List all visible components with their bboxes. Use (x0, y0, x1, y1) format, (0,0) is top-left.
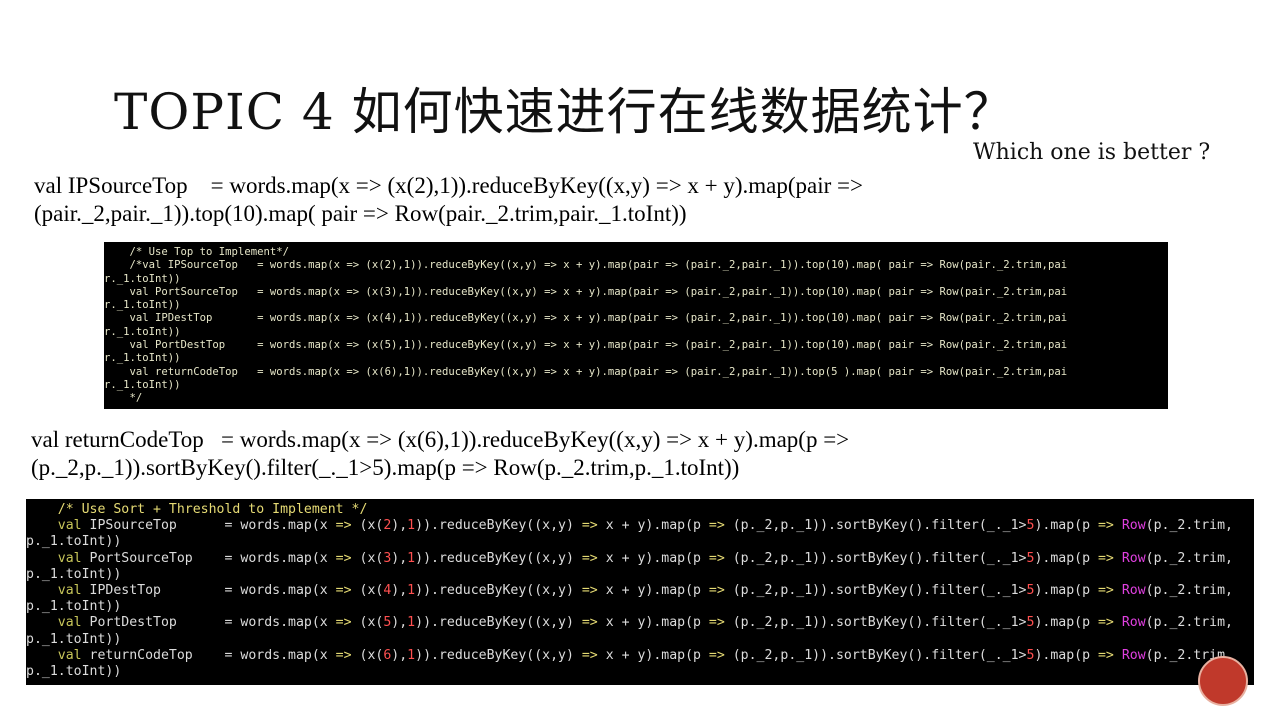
code-line: val IPDestTop = words.map(x => (x(4),1))… (104, 312, 1068, 325)
code-line: */ (104, 392, 143, 405)
code-line-wrap: p._1.toInt)) (26, 599, 122, 615)
code-comment-line: /* Use Sort + Threshold to Implement */ (26, 502, 368, 517)
code-variable-name: PortSourceTop (81, 550, 225, 566)
code-line-wrap: p._1.toInt)) (26, 663, 122, 679)
code-line-wrap: p._1.toInt)) (26, 534, 122, 550)
code-line: /*val IPSourceTop = words.map(x => (x(2)… (104, 259, 1068, 272)
code-variable-name: PortDestTop (81, 615, 225, 631)
code-variable-name: returnCodeTop (81, 647, 225, 663)
code-variable-name: IPDestTop (81, 582, 225, 598)
slide-title: TOPIC 4 如何快速进行在线数据统计？ (114, 83, 1015, 141)
code-line: val PortSourceTop = words.map(x => (x(3)… (57, 550, 1233, 566)
code-text-sort-approach: val returnCodeTop = words.map(x => (x(6)… (31, 427, 850, 480)
code-line: val IPDestTop = words.map(x => (x(4),1))… (57, 582, 1233, 598)
code-screenshot-top: /* Use Top to Implement*/ /*val IPSource… (104, 242, 1168, 409)
code-line: val returnCodeTop = words.map(x => (x(6)… (104, 365, 1068, 378)
code-line-wrap: p._1.toInt)) (26, 631, 122, 647)
code-line: r._1.toInt)) (104, 325, 181, 338)
code-line: r._1.toInt)) (104, 378, 181, 391)
code-line: r._1.toInt)) (104, 299, 181, 312)
code-line: val PortSourceTop = words.map(x => (x(3)… (104, 285, 1068, 298)
code-text-top-approach: val IPSourceTop = words.map(x => (x(2),1… (34, 173, 863, 226)
code-line: /* Use Top to Implement*/ (104, 246, 289, 258)
code-variable-name: IPSourceTop (81, 518, 225, 534)
code-screenshot-sort: /* Use Sort + Threshold to Implement */ … (26, 499, 1254, 685)
code-line: val returnCodeTop = words.map(x => (x(6)… (57, 647, 1233, 663)
slide-subtitle: Which one is better ? (973, 140, 1211, 165)
code-line: val PortDestTop = words.map(x => (x(5),1… (57, 615, 1233, 631)
corner-decoration-icon (1234, 0, 1280, 46)
code-line: r._1.toInt)) (104, 352, 181, 365)
code-line: r._1.toInt)) (104, 272, 181, 285)
circle-decoration-icon (1198, 656, 1248, 706)
code-line: val PortDestTop = words.map(x => (x(5),1… (104, 339, 1068, 352)
code-line-wrap: p._1.toInt)) (26, 566, 122, 582)
code-line: val IPSourceTop = words.map(x => (x(2),1… (57, 518, 1233, 534)
